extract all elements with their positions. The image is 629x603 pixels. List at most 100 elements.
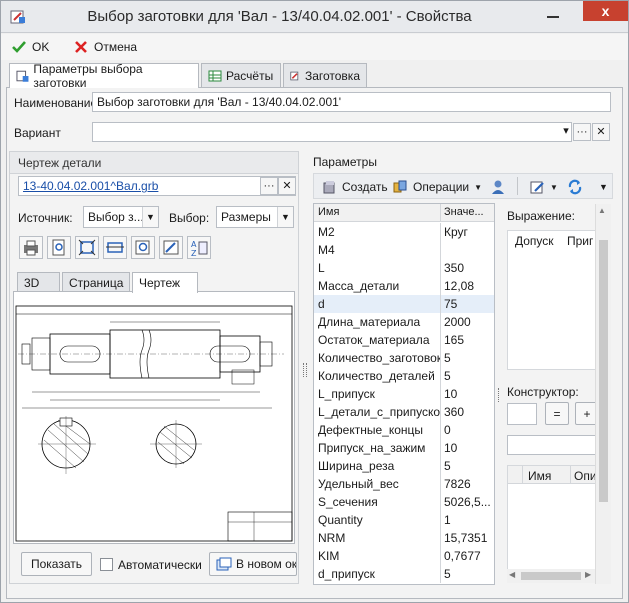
col-name-header[interactable]: Имя [318, 206, 339, 218]
param-value[interactable]: 12,08 [444, 277, 494, 295]
table-row[interactable]: Масса_детали 12,08 [314, 277, 494, 295]
variant-field[interactable] [92, 122, 572, 142]
param-value[interactable]: 2000 [444, 313, 494, 331]
param-name: KIM [318, 549, 340, 563]
name-field[interactable]: Выбор заготовки для 'Вал - 13/40.04.02.0… [92, 92, 611, 112]
zoom-button[interactable] [131, 236, 155, 259]
param-value[interactable]: 0 [444, 421, 494, 439]
table-row[interactable]: M2 Круг [314, 223, 494, 241]
expression-area[interactable] [507, 230, 597, 370]
edit-button[interactable]: ▼ [529, 178, 558, 196]
table-row[interactable]: d 75 [314, 295, 494, 313]
subtab-3d[interactable]: 3D [17, 272, 60, 292]
table-row[interactable]: Остаток_материала 165 [314, 331, 494, 349]
param-value[interactable]: 350 [444, 259, 494, 277]
table-row[interactable]: Количество_деталей 5 [314, 367, 494, 385]
sort-button[interactable]: AZ [187, 236, 211, 259]
operations-button[interactable]: Операции ▼ [392, 178, 482, 196]
table-row[interactable]: Припуск_на_зажим 10 [314, 439, 494, 457]
param-value[interactable]: 0,7677 [444, 547, 494, 565]
param-value[interactable]: 15,7351 [444, 529, 494, 547]
table-row[interactable]: KIM 0,7677 [314, 547, 494, 565]
subtab-page1[interactable]: Страница 1 [62, 272, 130, 310]
table-row[interactable]: Количество_заготовок 5 [314, 349, 494, 367]
param-value[interactable]: 10 [444, 439, 494, 457]
param-value[interactable]: 165 [444, 331, 494, 349]
table-row[interactable]: S_сечения 5026,5... [314, 493, 494, 511]
table-row[interactable]: Длина_материала 2000 [314, 313, 494, 331]
param-value[interactable]: 5 [444, 367, 494, 385]
param-value[interactable]: 5 [444, 349, 494, 367]
param-value[interactable]: 7826 [444, 475, 494, 493]
right-scrollbar[interactable]: ▲ [595, 204, 611, 584]
param-value[interactable]: 1 [444, 511, 494, 529]
constructor-input[interactable] [507, 403, 537, 425]
variant-browse-button[interactable]: ··· [573, 123, 591, 141]
refresh-button[interactable] [567, 178, 583, 196]
preview-button[interactable] [47, 236, 71, 259]
print-button[interactable] [19, 236, 43, 259]
chevron-down-icon: ▼ [550, 182, 558, 192]
minimize-button[interactable] [545, 10, 561, 22]
splitter-handle[interactable] [303, 363, 307, 377]
param-value[interactable]: 5 [444, 565, 494, 583]
constructor-field[interactable] [507, 435, 599, 455]
scrollbar-thumb[interactable] [599, 240, 608, 502]
auto-checkbox[interactable] [100, 558, 113, 571]
create-button[interactable]: Создать [321, 178, 388, 196]
param-name: Дефектные_концы [318, 423, 424, 437]
cancel-button[interactable]: Отмена [73, 38, 137, 56]
table-row[interactable]: Дефектные_концы 0 [314, 421, 494, 439]
tab-calculations[interactable]: Расчёты [201, 63, 281, 87]
variant-clear-button[interactable]: ✕ [592, 123, 610, 141]
table-row[interactable]: M4 [314, 241, 494, 259]
table-row[interactable]: d_припуск 5 [314, 565, 494, 583]
constructor-list[interactable]: Имя Опи [507, 465, 599, 583]
table-row[interactable]: Quantity 1 [314, 511, 494, 529]
fit-page-button[interactable] [75, 236, 99, 259]
show-button[interactable]: Показать [21, 552, 92, 576]
eq-button[interactable]: = [545, 402, 569, 425]
tab-blank[interactable]: Заготовка [283, 63, 367, 87]
user-button[interactable] [490, 178, 506, 196]
param-name: S_сечения [318, 495, 378, 509]
drawing-preview[interactable] [13, 291, 295, 544]
scroll-right-icon[interactable]: ▶ [585, 570, 591, 579]
bottom-scrollbar[interactable]: ◀ ▶ [507, 569, 595, 583]
file-browse-button[interactable]: ··· [260, 177, 278, 195]
table-row[interactable]: Ширина_реза 5 [314, 457, 494, 475]
file-clear-button[interactable]: ✕ [278, 177, 296, 195]
table-row[interactable]: Удельный_вес 7826 [314, 475, 494, 493]
table-row[interactable]: NRM 15,7351 [314, 529, 494, 547]
drawing-file-link[interactable]: 13-40.04.02.001^Вал.grb [23, 179, 158, 193]
table-row[interactable]: L 350 [314, 259, 494, 277]
ok-label: OK [32, 40, 50, 54]
scroll-up-icon[interactable]: ▲ [598, 206, 606, 215]
toolbar-overflow-button[interactable]: ▼ [599, 178, 608, 196]
tab-selection-params[interactable]: Параметры выбора заготовки [9, 62, 199, 90]
scroll-left-icon[interactable]: ◀ [509, 570, 515, 579]
h-scrollbar-thumb[interactable] [521, 572, 581, 580]
param-value[interactable]: Круг [444, 223, 494, 241]
column-divider [440, 367, 441, 385]
table-row[interactable]: L_детали_с_припуском 360 [314, 403, 494, 421]
drawing-file-field[interactable]: 13-40.04.02.001^Вал.grb [18, 176, 296, 196]
param-value[interactable]: 360 [444, 403, 494, 421]
params-grid[interactable]: Имя Значе... M2 Круг M4 L 350 Масса_детали 12,… [313, 203, 495, 585]
table-row[interactable]: L_припуск 10 [314, 385, 494, 403]
close-button[interactable]: x [583, 1, 628, 21]
param-value[interactable]: 5 [444, 457, 494, 475]
measure-button[interactable] [159, 236, 183, 259]
fit-width-button[interactable] [103, 236, 127, 259]
ok-button[interactable]: OK [11, 38, 49, 56]
source-combo[interactable]: Выбор з... ▼ [83, 206, 159, 228]
choice-combo[interactable]: Размеры ▼ [216, 206, 294, 228]
refresh-icon [568, 179, 582, 195]
param-value[interactable]: 75 [444, 295, 494, 313]
param-value[interactable]: 5026,5... [444, 493, 494, 511]
col-value-header[interactable]: Значе... [444, 206, 484, 218]
variant-label: Вариант [14, 126, 61, 140]
subtab-drawing[interactable]: Чертеж [132, 272, 198, 293]
param-value[interactable]: 10 [444, 385, 494, 403]
new-window-button[interactable]: В новом окне [209, 552, 297, 576]
